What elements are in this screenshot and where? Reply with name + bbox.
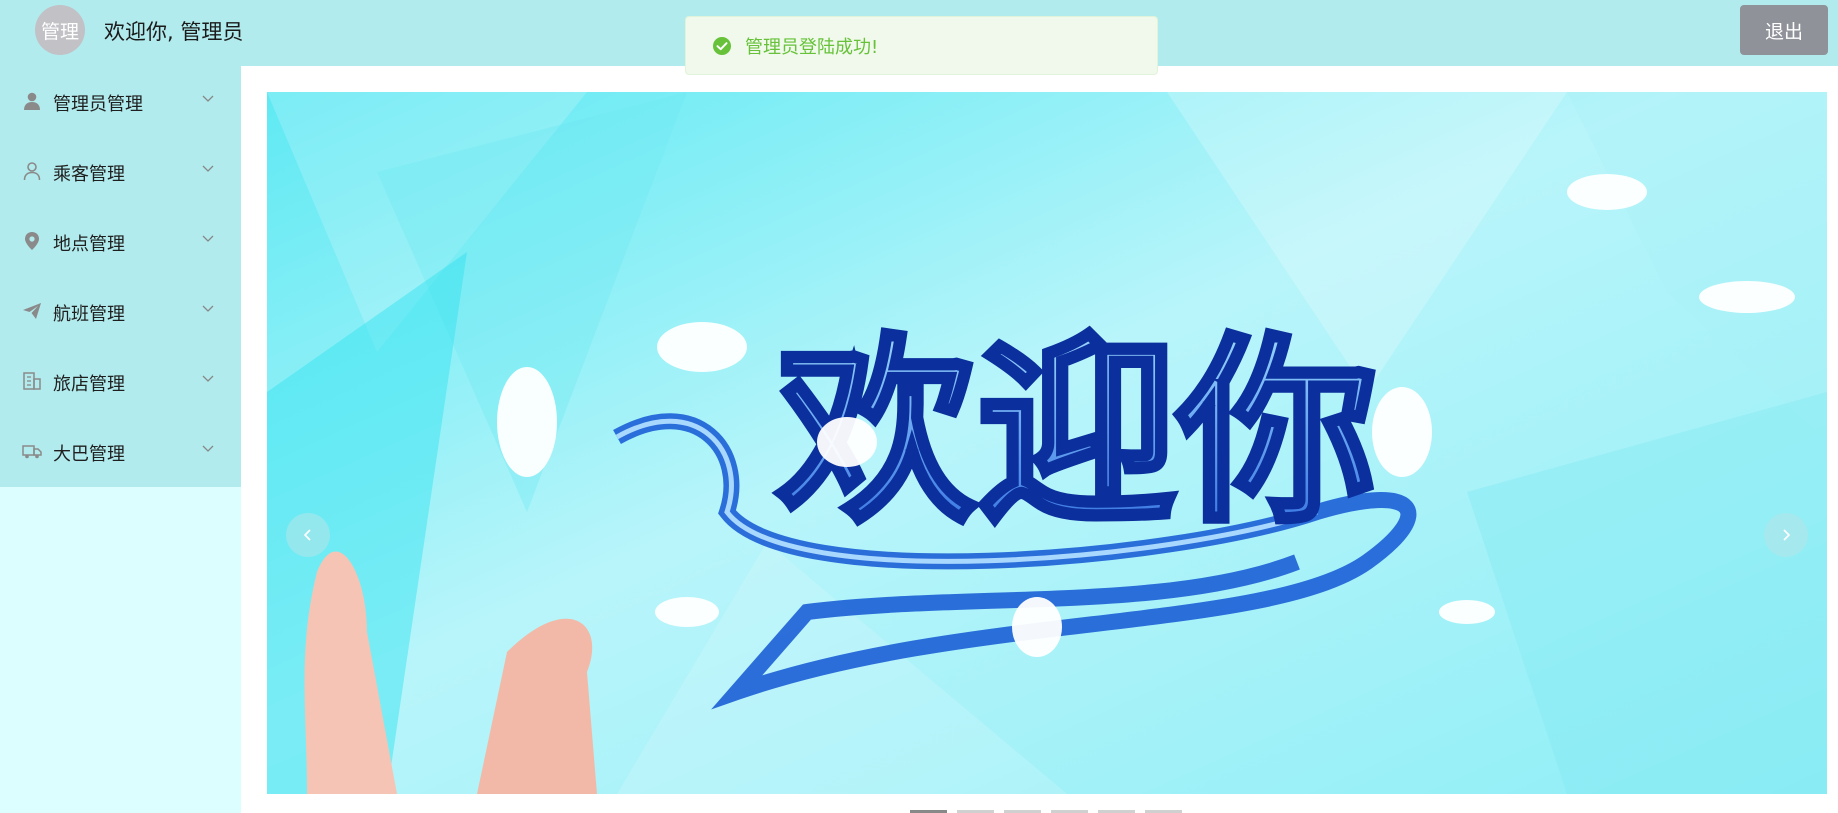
sidebar-item-label: 管理员管理 [53,94,143,115]
user-outline-icon [23,162,41,181]
user-filled-icon [24,92,40,110]
sidebar-item-label: 地点管理 [53,234,125,255]
office-building-icon [23,372,41,390]
chevron-down-icon [202,305,214,312]
carousel-prev-button[interactable] [286,513,330,557]
welcome-banner-image: 欢迎你 [267,92,1827,794]
carousel-next-button[interactable] [1764,513,1808,557]
welcome-text: 欢迎你, 管理员 [104,20,244,44]
chevron-right-icon [1783,529,1791,541]
truck-icon [22,445,42,459]
sidebar-item-label: 航班管理 [53,304,125,325]
sidebar-item-bus-management[interactable]: 大巴管理 [0,416,241,486]
welcome-carousel: 欢迎你 [267,92,1827,794]
sidebar-item-hotel-management[interactable]: 旅店管理 [0,346,241,416]
chevron-down-icon [202,375,214,382]
sidebar-item-passenger-management[interactable]: 乘客管理 [0,136,241,206]
sidebar-menu: 管理员管理 乘客管理 地点管理 航班管理 旅店管理 大巴管理 [0,66,241,487]
avatar[interactable]: 管理 [35,5,85,55]
sidebar-item-location-management[interactable]: 地点管理 [0,206,241,276]
sidebar-item-admin-management[interactable]: 管理员管理 [0,66,241,136]
location-pin-icon [25,232,39,250]
sidebar-item-flight-management[interactable]: 航班管理 [0,276,241,346]
check-circle-icon [713,36,731,55]
sidebar-item-label: 大巴管理 [53,444,125,465]
sidebar-item-label: 乘客管理 [53,164,125,185]
sidebar-item-label: 旅店管理 [53,374,125,395]
chevron-down-icon [202,165,214,172]
logout-button[interactable]: 退出 [1740,5,1828,55]
success-toast: 管理员登陆成功! [685,16,1158,75]
toast-message: 管理员登陆成功! [745,36,879,58]
chevron-down-icon [202,235,214,242]
chevron-left-icon [303,529,311,541]
chevron-down-icon [202,445,214,452]
paper-plane-icon [23,303,41,319]
chevron-down-icon [202,95,214,102]
